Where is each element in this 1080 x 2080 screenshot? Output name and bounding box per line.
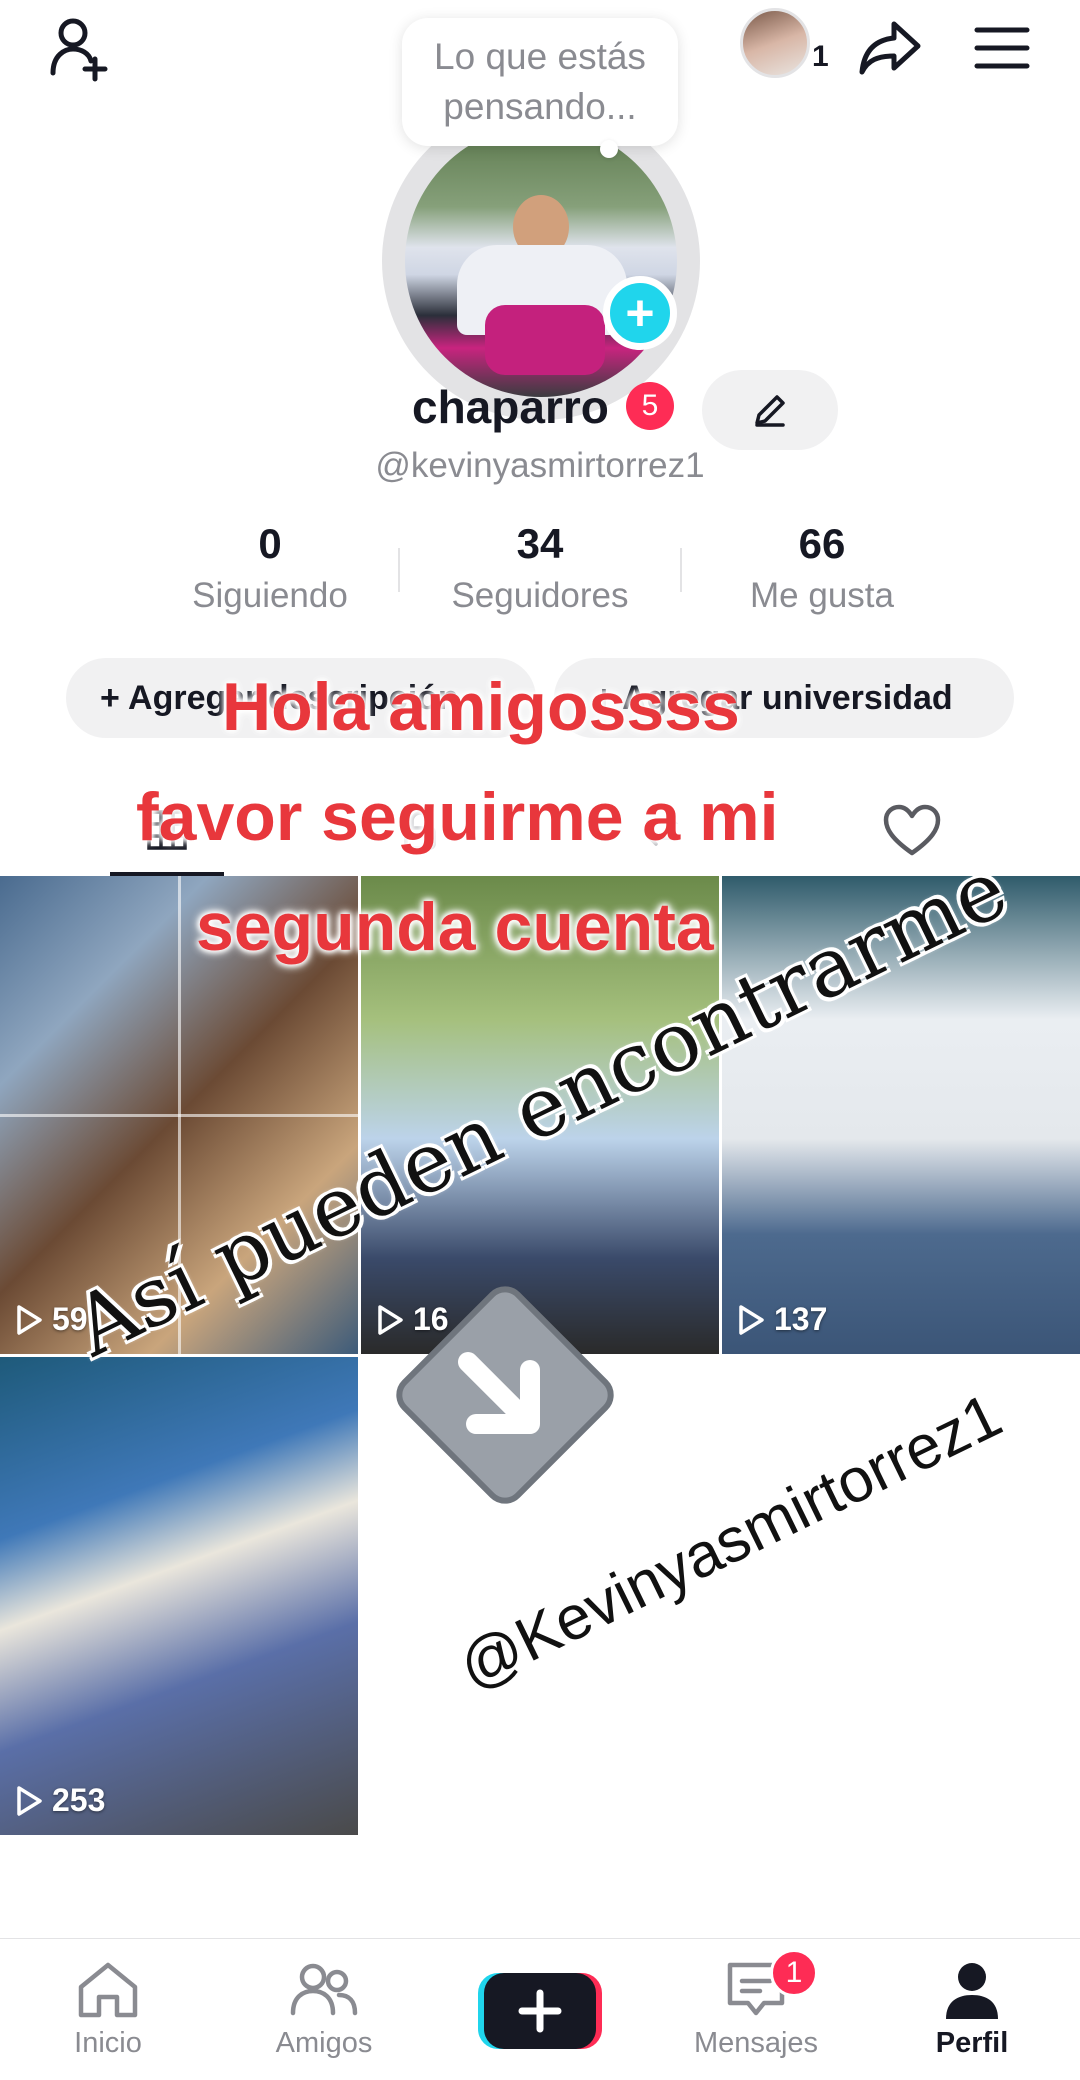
avatar-moto <box>485 305 605 375</box>
view-count-value: 253 <box>52 1782 106 1818</box>
play-icon <box>17 1304 42 1335</box>
status-prompt-bubble[interactable]: Lo que estás pensando... <box>402 18 678 146</box>
tile-divider-h <box>0 1114 358 1117</box>
avatar-photo <box>405 125 677 397</box>
nav-messages[interactable]: Mensajes <box>648 1939 864 2080</box>
nav-friends[interactable]: Amigos <box>216 1939 432 2080</box>
divider <box>398 548 400 592</box>
nav-profile-label: Perfil <box>935 2027 1009 2059</box>
stat-value: 0 <box>258 520 282 567</box>
create-button[interactable] <box>478 1971 602 2051</box>
stat-followers[interactable]: 34 Seguidores <box>420 520 660 616</box>
stat-label: Seguidores <box>451 576 629 615</box>
caption-line-1: Hola amigossss <box>222 669 740 745</box>
play-icon <box>739 1304 764 1335</box>
video-tile[interactable]: 253 <box>0 1357 358 1835</box>
edit-profile-button[interactable] <box>702 370 838 450</box>
messages-badge: 1 <box>770 1949 818 1997</box>
stat-value: 66 <box>798 520 846 567</box>
add-user-icon <box>50 18 108 82</box>
avatar <box>743 11 807 75</box>
story-avatar-button[interactable] <box>740 8 810 78</box>
bubble-tail <box>600 140 618 158</box>
add-friend-button[interactable] <box>38 6 122 90</box>
caption-line-3: segunda cuenta <box>196 889 714 965</box>
stat-label: Siguiendo <box>192 576 348 615</box>
nav-home[interactable]: Inicio <box>0 1939 216 2080</box>
notification-badge: 5 <box>626 382 674 430</box>
menu-button[interactable] <box>960 6 1044 90</box>
caption-line-2: favor seguirme a mi <box>136 779 779 855</box>
display-name: chaparro <box>412 381 609 433</box>
profile-icon <box>946 1963 998 2019</box>
stat-label: Me gusta <box>750 576 894 615</box>
menu-icon <box>974 27 1030 69</box>
play-icon <box>17 1785 42 1816</box>
stat-likes[interactable]: 66 Me gusta <box>702 520 942 616</box>
username: @kevinyasmirtorrez1 <box>375 446 705 485</box>
divider <box>680 548 682 592</box>
profile-stats: 0 Siguiendo 34 Seguidores 66 Me gusta <box>150 520 930 630</box>
stat-following[interactable]: 0 Siguiendo <box>150 520 390 616</box>
stat-value: 34 <box>516 520 564 567</box>
home-icon <box>78 1962 138 2018</box>
nav-profile[interactable]: Perfil <box>864 1939 1080 2080</box>
tab-liked[interactable] <box>872 790 952 870</box>
nav-home-label: Inicio <box>74 2027 142 2059</box>
share-icon <box>859 21 921 75</box>
bottom-nav: Inicio Amigos Mensajes 1 Perfil <box>0 1938 1080 2080</box>
view-count: 137 <box>736 1301 827 1338</box>
status-prompt-text: Lo que estás pensando... <box>434 36 646 127</box>
story-count: 1 <box>812 40 829 73</box>
nav-messages-label: Mensajes <box>693 2027 819 2059</box>
add-story-button[interactable]: + <box>603 276 677 350</box>
plus-icon: + <box>625 285 655 341</box>
arrow-down-right-icon <box>396 1286 614 1504</box>
nav-friends-label: Amigos <box>275 2027 373 2059</box>
friends-icon <box>290 1963 358 2016</box>
heart-icon <box>883 804 941 856</box>
share-button[interactable] <box>848 6 932 90</box>
view-count-value: 137 <box>774 1301 828 1337</box>
edit-icon <box>755 395 785 427</box>
view-count: 253 <box>14 1782 105 1819</box>
